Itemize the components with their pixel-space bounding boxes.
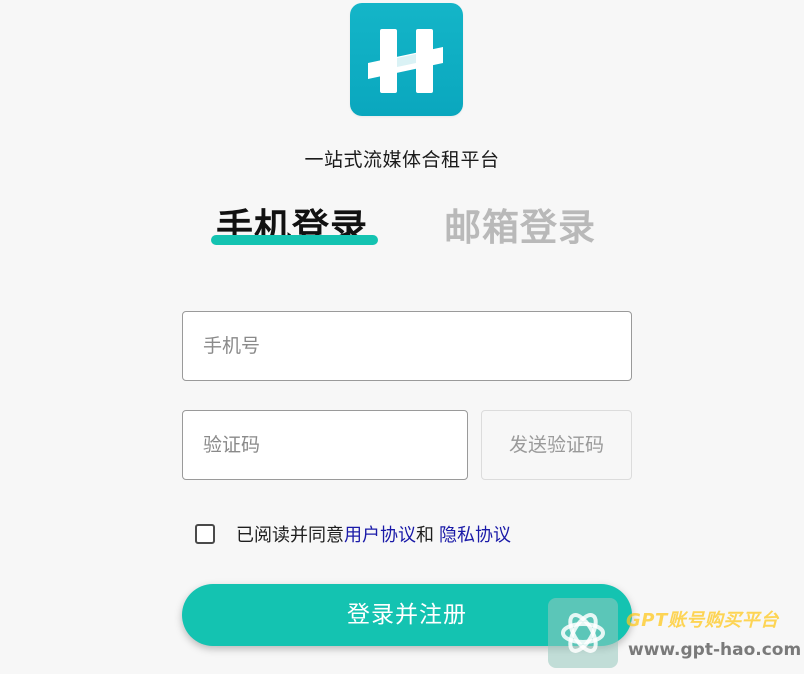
agreement-prefix: 已阅读并同意 bbox=[236, 525, 344, 546]
tab-email-login[interactable]: 邮箱登录 bbox=[444, 197, 596, 251]
watermark-logo bbox=[548, 598, 618, 668]
send-code-button[interactable]: 发送验证码 bbox=[481, 410, 632, 480]
openai-knot-icon bbox=[561, 613, 605, 653]
active-tab-underline bbox=[211, 235, 378, 245]
h-logo-icon bbox=[368, 29, 443, 93]
app-logo bbox=[350, 3, 463, 116]
tagline: 一站式流媒体合租平台 bbox=[304, 149, 500, 171]
watermark-url: www.gpt-hao.com bbox=[628, 640, 802, 660]
agreement-conjunction: 和 bbox=[416, 525, 434, 546]
user-agreement-link[interactable]: 用户协议 bbox=[344, 521, 416, 547]
agreement-row: 已阅读并同意 用户协议 和 隐私协议 bbox=[195, 521, 511, 547]
privacy-policy-link[interactable]: 隐私协议 bbox=[439, 521, 511, 547]
watermark-title: GPT账号购买平台 bbox=[626, 610, 779, 631]
phone-input[interactable] bbox=[182, 311, 632, 381]
verification-code-input[interactable] bbox=[182, 410, 468, 480]
agree-checkbox[interactable] bbox=[195, 524, 215, 544]
